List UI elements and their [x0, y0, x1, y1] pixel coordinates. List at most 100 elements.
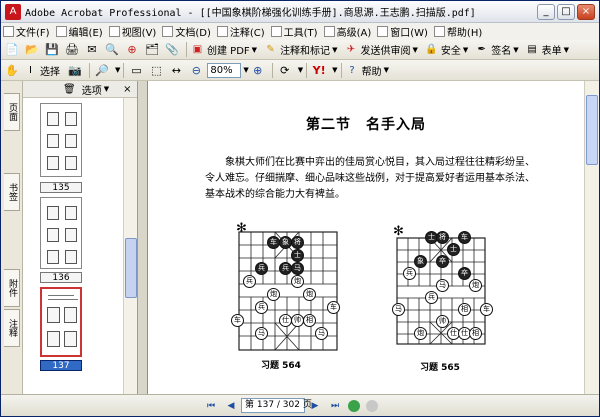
open-folder-icon[interactable]: 📂	[23, 41, 41, 58]
create-pdf-button[interactable]: ▣ 创建 PDF ▼	[190, 42, 257, 57]
email-icon[interactable]: ✉	[83, 41, 101, 58]
zoom-out-icon[interactable]: ⊖	[187, 62, 205, 79]
toolbar-separator	[123, 62, 125, 78]
thumbnail-diagram	[64, 331, 77, 347]
options-menu[interactable]: 选项	[82, 82, 102, 97]
last-page-icon[interactable]: ⏭	[328, 399, 342, 413]
previous-view-icon[interactable]	[348, 399, 360, 412]
snapshot-icon[interactable]: 📷	[66, 62, 84, 79]
attach-icon[interactable]: 📎	[163, 41, 181, 58]
thumbnails-panel: 🗑 选项 ▼ × 135 136 137	[23, 81, 138, 394]
panel-scroll-thumb[interactable]	[125, 238, 137, 298]
menu-advanced[interactable]: 高级(A)	[323, 24, 371, 39]
previous-page-icon[interactable]: ◀	[224, 399, 238, 413]
chess-piece: 士	[447, 243, 460, 256]
send-review-button[interactable]: ✈ 发送供审阅 ▼	[343, 42, 418, 57]
menu-window[interactable]: 窗口(W)	[377, 24, 428, 39]
tab-attachments[interactable]: 附件	[4, 269, 20, 307]
forms-button[interactable]: ▤ 表单 ▼	[525, 42, 569, 57]
stamp-icon[interactable]: 🗂	[143, 41, 161, 58]
thumbnail-diagram	[65, 134, 77, 148]
next-view-icon[interactable]	[366, 399, 378, 412]
fit-page-icon[interactable]: ⬚	[147, 62, 165, 79]
toolbar-separator	[271, 62, 273, 78]
pdf-page: 第二节 名手入局 象棋大师们在比赛中弈出的佳局赏心悦目，其入局过程往往精彩纷呈、…	[148, 81, 584, 394]
chess-piece: 炮	[303, 288, 316, 301]
toolbar-separator	[186, 42, 187, 57]
sign-button[interactable]: ✒ 签名 ▼	[474, 42, 519, 57]
actual-size-icon[interactable]: ▭	[127, 62, 145, 79]
chess-piece: 象	[414, 255, 427, 268]
chess-piece: 马	[255, 327, 268, 340]
trash-icon[interactable]: 🗑	[63, 84, 76, 95]
print-icon[interactable]: 🖨	[63, 41, 81, 58]
tab-pages[interactable]: 页面	[4, 93, 20, 131]
menu-help[interactable]: 帮助(H)	[433, 24, 482, 39]
zoom-input[interactable]: 80%	[207, 62, 242, 78]
rotate-icon[interactable]: ⟳	[276, 62, 294, 79]
menu-edit[interactable]: 编辑(E)	[55, 24, 103, 39]
chevron-down-icon: ▼	[412, 45, 418, 54]
page-thumbnail-136[interactable]	[40, 197, 82, 269]
chevron-down-icon: ▼	[251, 45, 258, 54]
fit-width-icon[interactable]: ↔	[167, 62, 185, 79]
menu-tools[interactable]: 工具(T)	[270, 24, 318, 39]
exercise-caption: 习题 565	[420, 363, 460, 373]
main-toolbar: 📄 📂 💾 🖨 ✉ 🔍 ⊕ 🗂 📎 ▣ 创建 PDF ▼ ✎ 注释和标记 ▼ ✈ 发送供审…	[1, 40, 599, 60]
chess-piece: 相	[469, 327, 482, 340]
save-icon[interactable]: 💾	[43, 41, 61, 58]
tab-bookmarks[interactable]: 书签	[4, 173, 20, 211]
advanced-menu-icon	[323, 26, 335, 37]
thumbnail-diagram	[47, 307, 60, 323]
toolbar-separator	[89, 62, 90, 78]
sign-label: 签名	[491, 46, 512, 57]
page-thumbnail-135[interactable]	[40, 103, 82, 177]
hand-tool-icon[interactable]: ✋	[3, 62, 21, 79]
comment-markup-button[interactable]: ✎ 注释和标记 ▼	[263, 42, 337, 57]
forms-label: 表单	[541, 46, 562, 57]
panel-scrollbar[interactable]	[123, 98, 137, 394]
help-label: 帮助	[361, 66, 382, 78]
chess-piece: 兵	[403, 267, 416, 280]
search-icon[interactable]: 🔍	[103, 41, 121, 58]
panel-splitter[interactable]	[138, 81, 148, 394]
chevron-down-icon[interactable]: ▼	[332, 66, 337, 74]
page-thumbnail-137[interactable]	[40, 287, 82, 357]
help-button[interactable]: ? 帮助 ▼	[345, 63, 389, 78]
maximize-button[interactable]: □	[557, 4, 575, 20]
toolbar-separator	[340, 62, 342, 78]
thumbnail-diagram	[47, 156, 59, 170]
select-tool-button[interactable]: I 选择	[23, 63, 60, 78]
chevron-down-icon[interactable]: ▼	[104, 85, 109, 93]
chevron-down-icon[interactable]: ▼	[298, 66, 303, 74]
menu-file[interactable]: 文件(F)	[3, 24, 50, 39]
yahoo-icon[interactable]: Y!	[310, 62, 328, 79]
menu-view[interactable]: 视图(V)	[108, 24, 156, 39]
chess-piece: 将	[291, 236, 304, 249]
chess-piece: 兵	[255, 301, 268, 314]
toolbar-separator	[306, 62, 308, 78]
close-button[interactable]: ×	[577, 4, 595, 20]
chess-piece: 将	[436, 231, 449, 244]
new-document-icon[interactable]: 📄	[3, 41, 21, 58]
minimize-button[interactable]: _	[537, 4, 555, 20]
menu-comments[interactable]: 注释(C)	[216, 24, 265, 39]
next-page-icon[interactable]: ▶	[308, 399, 322, 413]
organize-icon[interactable]: ⊕	[123, 41, 141, 58]
chevron-down-icon[interactable]: ▼	[115, 66, 120, 74]
document-scroll-thumb[interactable]	[586, 95, 598, 165]
zoom-in-icon[interactable]: ⊕	[249, 62, 267, 79]
security-button[interactable]: 🔒 安全 ▼	[424, 42, 468, 57]
zoom-tool-icon[interactable]: 🔎	[93, 62, 111, 79]
document-scrollbar[interactable]	[584, 81, 599, 394]
panel-close-button[interactable]: ×	[123, 84, 131, 95]
thumbnail-diagram	[64, 307, 77, 323]
menu-document[interactable]: 文档(D)	[162, 24, 211, 39]
select-tool-label: 选择	[40, 66, 60, 78]
first-page-icon[interactable]: ⏮	[204, 399, 218, 413]
menu-label: 注释(C)	[229, 28, 265, 39]
tab-comments[interactable]: 注释	[4, 309, 20, 347]
view-menu-icon	[108, 26, 120, 37]
page-number-field[interactable]: 第 137 / 302 页	[241, 398, 312, 413]
chess-piece: 兵	[425, 291, 438, 304]
